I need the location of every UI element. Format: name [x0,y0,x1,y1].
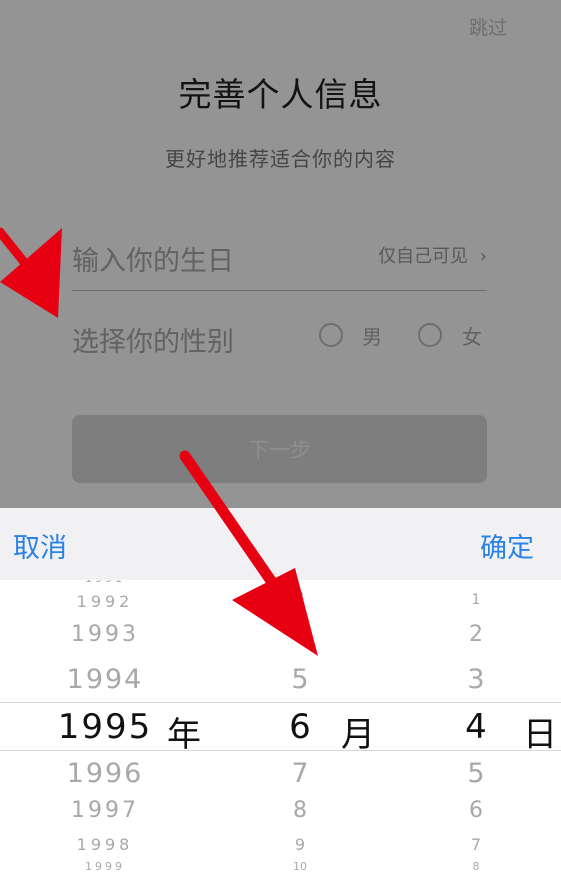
annotation-arrows [0,227,318,656]
arrow-icon [179,450,318,656]
arrow-icon [0,227,62,318]
